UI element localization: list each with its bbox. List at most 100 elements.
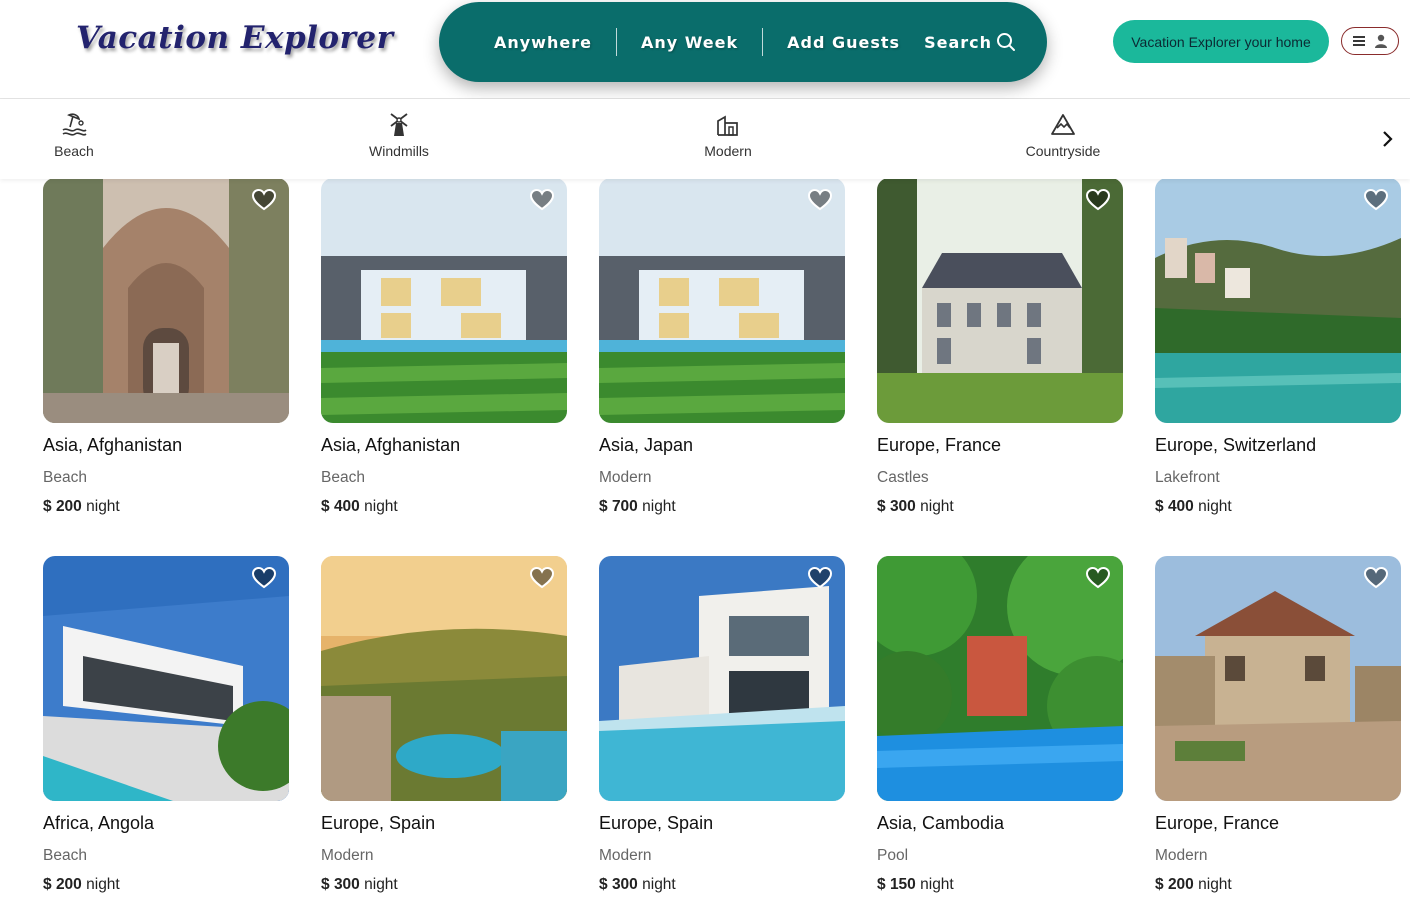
listing-location: Asia, Japan [599,435,694,455]
category-modern[interactable]: Modern [704,111,752,159]
listing-category: Castles [877,469,929,486]
price-currency: $ [43,498,52,515]
host-home-button[interactable]: Vacation Explorer your home [1113,20,1329,63]
price-value: 200 [1167,876,1194,893]
price-unit: night [1198,876,1232,893]
listing-image[interactable] [43,556,289,801]
price-unit: night [920,498,954,515]
category-countryside[interactable]: Countryside [1024,111,1102,159]
category-windmills[interactable]: Windmills [366,111,432,159]
beach-icon [62,113,87,136]
category-label: Modern [704,143,752,159]
listing-image[interactable] [1155,556,1401,801]
category-label: Windmills [369,143,429,159]
favorite-heart-icon[interactable] [807,188,833,212]
favorite-heart-icon[interactable] [1363,566,1389,590]
listing-image[interactable] [321,556,567,801]
listing-location: Africa, Angola [43,813,155,833]
listing-location: Europe, Spain [321,813,436,833]
any-week-button[interactable]: Any Week [617,33,762,52]
listing-price: $ 200 night [43,876,289,894]
price-value: 300 [611,876,638,893]
price-value: 150 [889,876,916,893]
site-logo[interactable]: Vacation Explorer [76,20,394,56]
listing-category: Modern [599,469,652,486]
price-unit: night [642,876,676,893]
user-menu-button[interactable] [1341,27,1399,55]
add-guests-button[interactable]: Add Guests [763,33,900,52]
listing-category: Modern [1155,847,1208,864]
category-beach[interactable]: Beach [54,111,94,159]
listing-card[interactable]: Asia, Japan Modern $ 700 night [599,178,845,516]
listing-category: Modern [599,847,652,864]
listing-price: $ 300 night [599,876,845,894]
price-currency: $ [1155,876,1164,893]
listing-category: Pool [877,847,909,864]
listing-image[interactable] [321,178,567,423]
price-currency: $ [43,876,52,893]
top-header: Vacation Explorer Anywhere Any Week Add … [0,0,1410,99]
price-unit: night [86,498,120,515]
favorite-heart-icon[interactable] [251,188,277,212]
listing-image[interactable] [599,178,845,423]
user-icon [1375,34,1387,48]
price-currency: $ [877,498,886,515]
category-label: Countryside [1025,143,1101,159]
anywhere-button[interactable]: Anywhere [470,33,616,52]
search-button[interactable]: Search [900,32,1016,52]
listing-image[interactable] [1155,178,1401,423]
listing-location: Asia, Cambodia [877,813,1005,833]
price-unit: night [920,876,954,893]
price-unit: night [364,876,398,893]
price-currency: $ [321,876,330,893]
listing-card[interactable]: Asia, Afghanistan Beach $ 400 night [321,178,567,516]
listing-card[interactable]: Asia, Cambodia Pool $ 150 night [877,556,1123,894]
price-unit: night [642,498,676,515]
price-unit: night [1198,498,1232,515]
listing-price: $ 200 night [1155,876,1401,894]
listing-card[interactable]: Africa, Angola Beach $ 200 night [43,556,289,894]
category-next-button[interactable] [1380,129,1396,153]
price-value: 700 [611,498,638,515]
listing-price: $ 300 night [321,876,567,894]
favorite-heart-icon[interactable] [1363,188,1389,212]
favorite-heart-icon[interactable] [807,566,833,590]
listing-price: $ 300 night [877,498,1123,516]
listing-card[interactable]: Europe, France Castles $ 300 night [877,178,1123,516]
price-value: 200 [55,498,82,515]
listing-location: Europe, Spain [599,813,714,833]
listing-image[interactable] [877,178,1123,423]
favorite-heart-icon[interactable] [1085,188,1111,212]
listing-card[interactable]: Asia, Afghanistan Beach $ 200 night [43,178,289,516]
category-bar: Beach Windmills Modern Countryside [0,99,1410,179]
search-bar[interactable]: Anywhere Any Week Add Guests Search [439,2,1047,82]
windmill-icon [390,113,408,136]
listing-price: $ 400 night [1155,498,1401,516]
listing-price: $ 200 night [43,498,289,516]
listing-image[interactable] [877,556,1123,801]
favorite-heart-icon[interactable] [1085,566,1111,590]
listing-category: Lakefront [1155,469,1220,486]
favorite-heart-icon[interactable] [251,566,277,590]
price-value: 400 [333,498,360,515]
search-label: Search [924,32,993,52]
price-unit: night [364,498,398,515]
search-icon [997,33,1016,51]
listing-category: Beach [321,469,365,486]
listing-card[interactable]: Europe, Spain Modern $ 300 night [321,556,567,894]
listing-card[interactable]: Europe, Spain Modern $ 300 night [599,556,845,894]
listing-category: Beach [43,847,87,864]
listing-image[interactable] [43,178,289,423]
listing-card[interactable]: Europe, France Modern $ 200 night [1155,556,1401,894]
price-currency: $ [1155,498,1164,515]
price-value: 200 [55,876,82,893]
favorite-heart-icon[interactable] [529,566,555,590]
listing-card[interactable]: Europe, Switzerland Lakefront $ 400 nigh… [1155,178,1401,516]
price-currency: $ [321,498,330,515]
mountain-icon [1051,114,1075,135]
listing-location: Europe, Switzerland [1155,435,1317,455]
modern-building-icon [717,115,738,136]
price-value: 300 [889,498,916,515]
favorite-heart-icon[interactable] [529,188,555,212]
listing-image[interactable] [599,556,845,801]
